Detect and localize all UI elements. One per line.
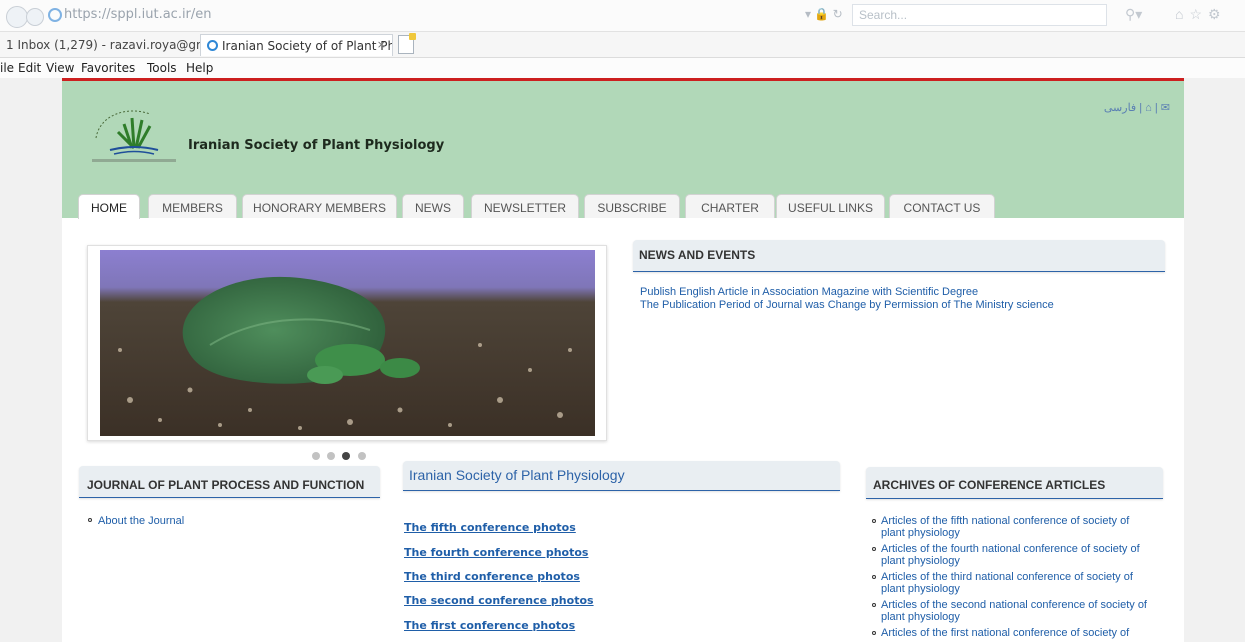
menu-edit[interactable]: Edit [18, 61, 41, 75]
site-title[interactable]: Iranian Society of Plant Physiology [188, 138, 444, 153]
nav-contact-us[interactable]: CONTACT US [889, 194, 995, 218]
slider-dot-3[interactable] [342, 452, 350, 460]
news-heading: NEWS AND EVENTS [639, 248, 756, 262]
bullet-icon [872, 547, 876, 551]
address-tools-icon[interactable]: ▾ 🔒 ↻ [805, 7, 843, 21]
nav-honorary-members[interactable]: HONORARY MEMBERS [242, 194, 397, 218]
photo-link-fourth[interactable]: The fourth conference photos [404, 546, 588, 559]
photo-link-fifth[interactable]: The fifth conference photos [404, 521, 576, 534]
news-list: Publish English Article in Association M… [640, 286, 1054, 312]
site-header: Iranian Society of Plant Physiology فارس… [62, 81, 1184, 219]
nav-news[interactable]: NEWS [402, 194, 464, 218]
menu-view[interactable]: View [46, 61, 74, 75]
nav-subscribe[interactable]: SUBSCRIBE [584, 194, 680, 218]
address-bar: https://sppl.iut.ac.ir/en ▾ 🔒 ↻ Search..… [0, 0, 1245, 32]
language-and-contact-links[interactable]: فارسی | ⌂ | ✉ [1104, 101, 1170, 114]
nav-members[interactable]: MEMBERS [148, 194, 237, 218]
photo-link-first[interactable]: The first conference photos [404, 619, 575, 632]
photo-link-third[interactable]: The third conference photos [404, 570, 580, 583]
archives-heading: ARCHIVES OF CONFERENCE ARTICLES [873, 478, 1106, 492]
menu-file[interactable]: ile [0, 61, 14, 75]
tab-active-label: Iranian Society of of Plant Ph... [222, 39, 393, 53]
slider-dot-1[interactable] [312, 452, 320, 460]
url-field[interactable]: https://sppl.iut.ac.ir/en [64, 7, 212, 22]
society-heading-box: Iranian Society of Plant Physiology [403, 461, 840, 491]
archive-item-label: Articles of the third national conferenc… [881, 571, 1133, 595]
slider-dot-4[interactable] [358, 452, 366, 460]
tab-inbox[interactable]: 1 Inbox (1,279) - razavi.roya@gm... [0, 34, 200, 56]
about-journal-link[interactable]: About the Journal [98, 515, 184, 527]
bullet-icon [872, 575, 876, 579]
bullet-icon [872, 631, 876, 635]
archive-item-label: Articles of the fourth national conferen… [881, 543, 1140, 567]
archives-heading-box: ARCHIVES OF CONFERENCE ARTICLES [866, 467, 1163, 499]
back-button[interactable] [6, 6, 28, 28]
archives-list: Articles of the fifth national conferenc… [872, 515, 1152, 642]
news-item[interactable]: Publish English Article in Association M… [640, 286, 1054, 299]
journal-heading: JOURNAL OF PLANT PROCESS AND FUNCTION [87, 478, 365, 492]
tab-bar: 1 Inbox (1,279) - razavi.roya@gm... Iran… [0, 32, 1245, 58]
menu-favorites[interactable]: Favorites [81, 61, 135, 75]
photo-link-second[interactable]: The second conference photos [404, 594, 594, 607]
ie-icon [48, 8, 62, 22]
search-icon[interactable]: ⚲▾ [1125, 6, 1142, 23]
archive-item-label: Articles of the first national conferenc… [881, 627, 1130, 639]
tab-active-site[interactable]: Iranian Society of of Plant Ph... × [200, 34, 393, 56]
nav-useful-links[interactable]: USEFUL LINKS [776, 194, 885, 218]
journal-heading-box: JOURNAL OF PLANT PROCESS AND FUNCTION [79, 466, 380, 498]
society-heading: Iranian Society of Plant Physiology [409, 467, 625, 483]
menu-bar: ile Edit View Favorites Tools Help [0, 58, 1245, 78]
tab-inbox-label: 1 Inbox (1,279) - razavi.roya@gm... [6, 38, 200, 52]
slider-dot-2[interactable] [327, 452, 335, 460]
search-input[interactable]: Search... [852, 4, 1107, 26]
bullet-icon [872, 603, 876, 607]
journal-list: About the Journal [88, 515, 184, 527]
bullet-icon [88, 518, 92, 522]
menu-help[interactable]: Help [186, 61, 213, 75]
image-slider[interactable] [87, 245, 607, 441]
archive-item-label: Articles of the fifth national conferenc… [881, 515, 1130, 539]
news-item[interactable]: The Publication Period of Journal was Ch… [640, 299, 1054, 312]
society-logo[interactable] [88, 104, 180, 166]
plant-photo [100, 250, 595, 436]
close-tab-icon[interactable]: × [377, 38, 386, 51]
ie-tab-icon [207, 40, 218, 51]
home-favorites-settings-icons[interactable]: ⌂☆⚙ [1175, 6, 1227, 23]
web-page: Iranian Society of Plant Physiology فارس… [62, 78, 1184, 642]
archive-item-fifth[interactable]: Articles of the fifth national conferenc… [872, 515, 1152, 539]
archive-item-second[interactable]: Articles of the second national conferen… [872, 599, 1152, 623]
search-placeholder: Search... [859, 8, 908, 22]
bullet-icon [872, 519, 876, 523]
new-tab-button[interactable] [398, 33, 416, 54]
menu-tools[interactable]: Tools [147, 61, 177, 75]
nav-charter[interactable]: CHARTER [685, 194, 775, 218]
archive-item-label: Articles of the second national conferen… [881, 599, 1147, 623]
forward-button[interactable] [26, 8, 44, 26]
archive-item-third[interactable]: Articles of the third national conferenc… [872, 571, 1152, 595]
archive-item-fourth[interactable]: Articles of the fourth national conferen… [872, 543, 1152, 567]
news-heading-box: NEWS AND EVENTS [633, 240, 1165, 272]
nav-home[interactable]: HOME [78, 194, 140, 219]
archive-item-first[interactable]: Articles of the first national conferenc… [872, 627, 1152, 639]
nav-newsletter[interactable]: NEWSLETTER [471, 194, 579, 218]
